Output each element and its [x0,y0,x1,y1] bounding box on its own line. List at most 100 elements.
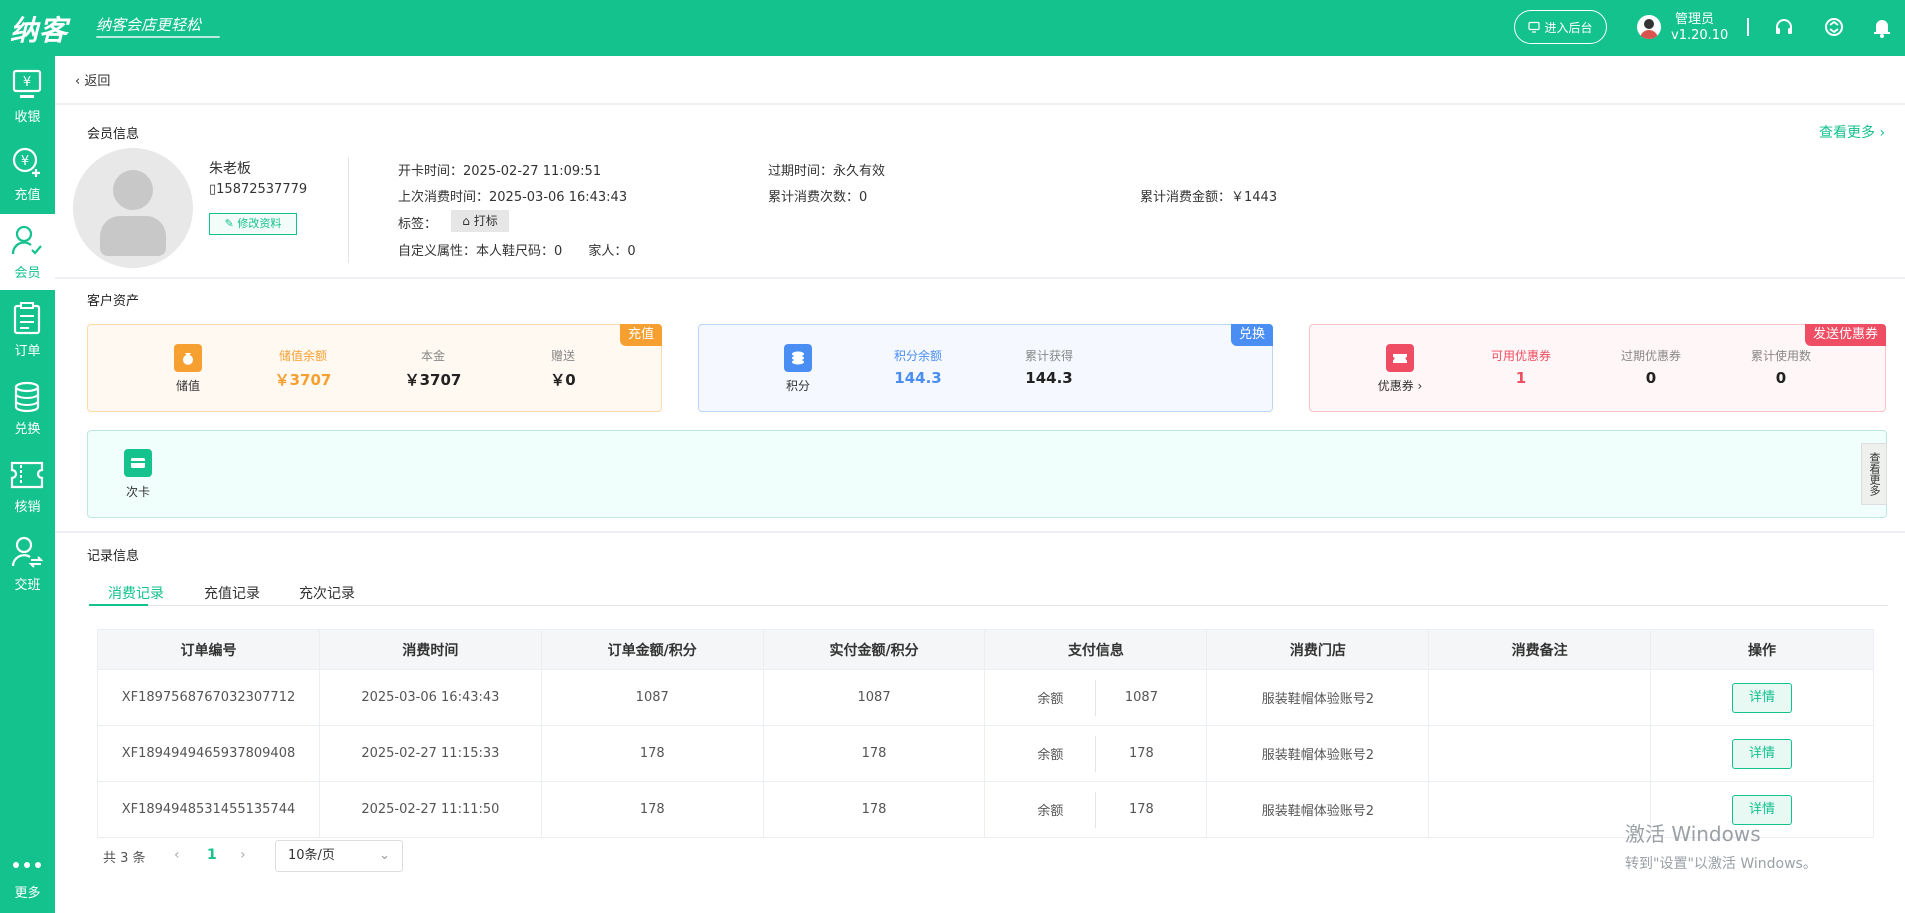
view-more-link[interactable]: 查看更多 › [1819,122,1885,142]
card-icon [124,449,152,477]
sidebar-item-recharge[interactable]: ¥ 充值 [0,136,55,212]
pagination-total: 共 3 条 [103,851,146,866]
tab-recharge-count-records[interactable]: 充次记录 [299,583,355,603]
gift-value: ￥0 [550,371,576,389]
count-card-label: 次卡 [125,485,150,499]
order-no: XF1894949465937809408 [97,725,320,782]
windows-activation-watermark: 激活 Windows 转到"设置"以激活 Windows。 [1625,818,1817,873]
points-label: 积分 [785,379,810,393]
sidebar-label-exchange: 兑换 [14,422,41,437]
expired-coupons-label: 过期优惠券 [1620,349,1681,363]
store: 服装鞋帽体验账号2 [1206,725,1430,782]
col-paid-amount: 实付金额/积分 [762,629,986,670]
pay-type: 余额 [1037,692,1064,707]
sidebar-item-member[interactable]: 会员 [0,214,55,290]
next-page-button[interactable]: › [240,847,246,863]
open-time-label: 开卡时间： [398,164,464,179]
pay-value: 1087 [1124,690,1158,705]
svg-text:¥: ¥ [23,75,31,90]
table-header-row: 订单编号 消费时间 订单金额/积分 实付金额/积分 支付信息 消费门店 消费备注… [97,629,1874,670]
detail-button[interactable]: 详情 [1732,682,1793,713]
chevron-right-icon: › [1875,125,1886,141]
page-number[interactable]: 1 [207,847,217,863]
col-action: 操作 [1650,629,1874,670]
stored-balance-label: 储值余额 [278,349,327,363]
exchange-flag-button[interactable]: 兑换 [1230,324,1273,346]
records-table: 订单编号 消费时间 订单金额/积分 实付金额/积分 支付信息 消费门店 消费备注… [97,629,1874,838]
user-name: 管理员 [1675,12,1715,27]
expire-time-row: 过期时间：永久有效 [768,160,885,179]
back-link[interactable]: ‹ 返回 [75,70,110,89]
points-balance-label: 积分余额 [893,349,942,363]
available-coupons-value: 1 [1515,369,1527,387]
available-coupons-label: 可用优惠券 [1490,349,1551,363]
chevron-down-icon: ⌄ [379,848,390,863]
points-balance-value: 144.3 [894,369,942,387]
more-dots-icon [13,862,41,868]
monitor-icon [1528,21,1541,33]
col-pay-info: 支付信息 [984,629,1208,670]
assets-divider [55,531,1905,533]
order-amount: 178 [540,781,764,838]
sidebar-item-shift[interactable]: 交班 [0,526,55,602]
headset-icon[interactable] [1773,16,1795,38]
order-no: XF1894948531455135744 [97,781,320,838]
principal-label: 本金 [420,349,445,363]
table-row: XF1894949465937809408 2025-02-27 11:15:3… [97,725,1874,782]
cashier-icon: ¥ [12,69,42,98]
member-section-title: 会员信息 [87,127,140,142]
topbar-divider [1747,18,1749,36]
shoe-size-value: 0 [554,244,563,259]
user-avatar[interactable] [1637,15,1661,39]
order-amount: 1087 [540,669,764,726]
member-phone-row: ▯15872537779 [209,182,307,197]
consume-time: 2025-03-06 16:43:43 [318,669,542,726]
slogan-underline [96,36,220,38]
sync-icon[interactable] [1823,16,1845,38]
paid-amount: 1087 [762,669,986,726]
enter-backend-button[interactable]: 进入后台 [1514,10,1607,44]
tab-consume-records[interactable]: 消费记录 [108,583,164,603]
col-note: 消费备注 [1428,629,1652,670]
sidebar-item-cashier[interactable]: ¥ 收银 [0,58,55,134]
edit-profile-label: 修改资料 [237,217,282,230]
send-coupon-button[interactable]: 发送优惠券 [1804,324,1886,346]
pay-info: 余额 178 [984,725,1208,782]
prev-page-button[interactable]: ‹ [174,847,180,863]
pay-value: 178 [1129,802,1154,817]
pay-type: 余额 [1037,748,1064,763]
edit-profile-button[interactable]: ✎ 修改资料 [209,213,297,235]
open-time-value: 2025-02-27 11:09:51 [463,164,602,179]
count-card-see-more[interactable]: 查看更多 [1861,443,1887,505]
sidebar-label-cashier: 收银 [14,110,41,125]
member-icon [11,225,42,255]
open-time-row: 开卡时间：2025-02-27 11:09:51 [398,160,601,179]
note [1428,669,1652,726]
sidebar-label-recharge: 充值 [14,188,41,203]
tag-button[interactable]: ⌂ 打标 [451,210,509,232]
watermark-title: 激活 Windows [1625,822,1761,846]
shoe-size-label: 本人鞋尺码： [476,244,555,259]
sidebar-item-order[interactable]: 订单 [0,292,55,368]
paid-amount: 178 [762,725,986,782]
sidebar-item-more[interactable]: 更多 [0,834,55,910]
tab-recharge-records[interactable]: 充值记录 [204,583,260,603]
sidebar-label-more: 更多 [14,886,41,901]
page-size-select[interactable]: 10条/页 ⌄ [275,840,403,872]
custom-attr-row: 自定义属性：本人鞋尺码：0 家人：0 [398,240,636,259]
detail-button[interactable]: 详情 [1732,738,1793,769]
main-content: ‹ 返回 会员信息 查看更多 › 朱老板 ▯15872537779 ✎ 修改资料… [55,56,1905,913]
page-size-value: 10条/页 [288,848,335,863]
sidebar-item-exchange[interactable]: 兑换 [0,370,55,446]
pay-value: 178 [1129,746,1154,761]
points-total-label: 累计获得 [1024,349,1073,363]
recharge-flag-button[interactable]: 充值 [619,324,662,346]
sidebar-label-member: 会员 [14,266,41,281]
coupons-link[interactable]: 优惠券 › [1370,377,1430,394]
sidebar-item-verify[interactable]: 核销 [0,448,55,524]
verify-icon [10,461,44,489]
pay-type: 余额 [1037,804,1064,819]
action-cell: 详情 [1650,725,1874,782]
bell-icon[interactable] [1871,16,1893,38]
app-slogan: 纳客会店更轻松 [96,16,202,34]
